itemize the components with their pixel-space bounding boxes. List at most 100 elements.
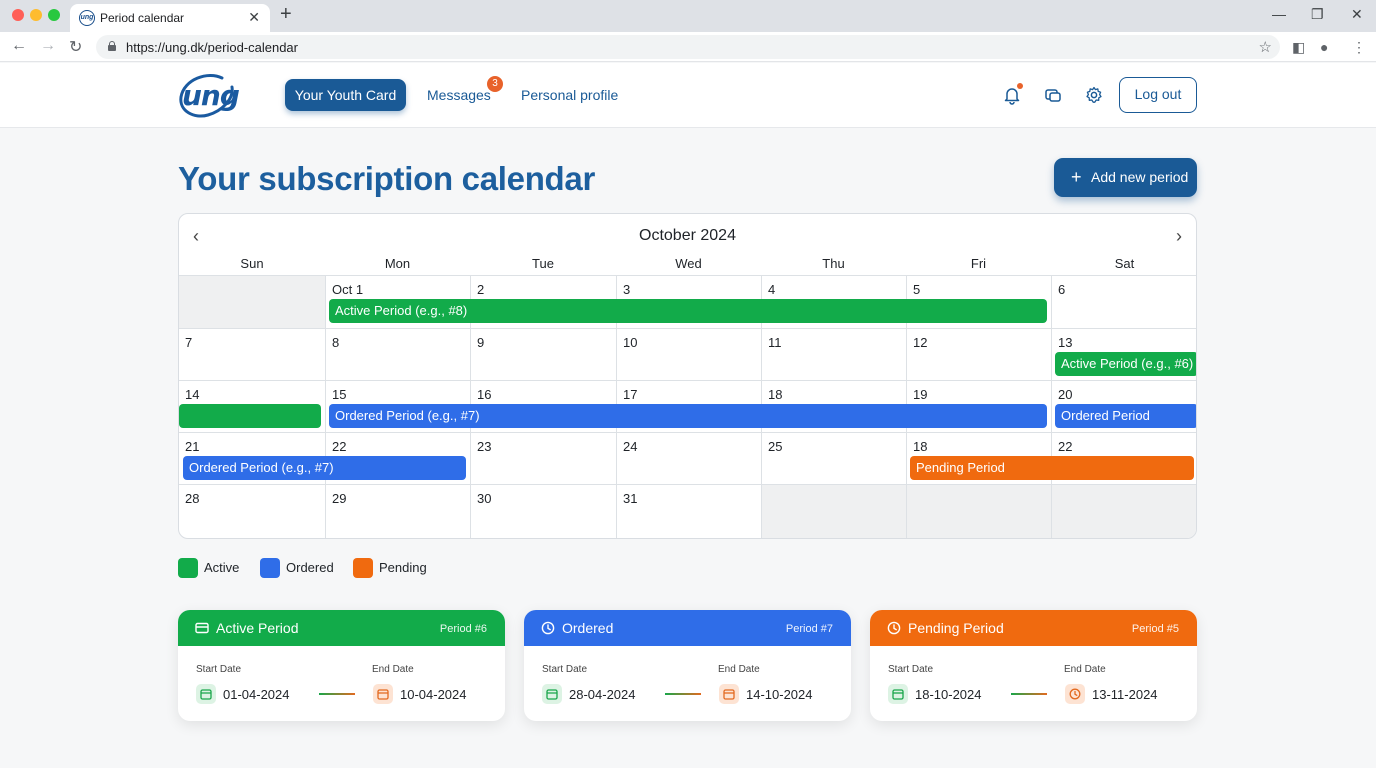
close-window-icon[interactable]: ✕ <box>1351 6 1363 23</box>
calendar-day-cell[interactable]: 24 <box>616 432 761 484</box>
new-tab-icon[interactable]: + <box>280 3 292 26</box>
period-bar-pending[interactable]: Pending Period <box>910 456 1194 480</box>
date-range-connector <box>1011 693 1047 695</box>
profile-icon[interactable]: ● <box>1320 39 1328 55</box>
plus-icon: + <box>1071 167 1082 187</box>
calendar-day-cell[interactable]: 6 <box>1051 275 1196 328</box>
period-card-title: Active Period <box>216 620 299 636</box>
period-bar-active[interactable]: Active Period (e.g., #6) <box>1055 352 1196 376</box>
calendar-day-cell[interactable]: 9 <box>470 328 616 380</box>
period-bar-ordered[interactable]: Ordered Period <box>1055 404 1196 428</box>
period-card-title: Pending Period <box>908 620 1004 636</box>
start-date-label: Start Date <box>542 664 588 675</box>
window-minimize-dot[interactable] <box>30 9 42 21</box>
period-card-3[interactable]: Pending Period Period #5 Start Date End Dat… <box>870 610 1197 721</box>
calendar-icon <box>373 684 393 704</box>
bookmark-star-icon[interactable]: ☆ <box>1259 38 1272 56</box>
nav-personal-profile[interactable]: Personal profile <box>521 87 618 103</box>
calendar-empty-cell <box>1051 484 1196 538</box>
calendar-day-cell[interactable]: 25 <box>761 432 906 484</box>
chat-icon[interactable] <box>1043 85 1063 105</box>
next-month-icon[interactable]: › <box>1176 226 1182 247</box>
start-date-value: 18-10-2024 <box>915 687 982 702</box>
calendar-icon <box>888 684 908 704</box>
period-bar-active[interactable]: Active Period (e.g., #8) <box>329 299 1047 323</box>
browser-menu-icon[interactable]: ⋮ <box>1352 39 1366 56</box>
period-bar-ordered[interactable]: Ordered Period (e.g., #7) <box>329 404 1047 428</box>
day-number: 7 <box>185 335 193 350</box>
legend-swatch <box>260 558 280 578</box>
day-number: 19 <box>913 387 928 402</box>
end-date-label: End Date <box>1064 664 1106 675</box>
weekday-sat: Sat <box>1114 256 1135 271</box>
calendar-day-cell[interactable]: 29 <box>325 484 470 538</box>
weekday-thu: Thu <box>822 256 845 271</box>
calendar-day-cell[interactable]: 10 <box>616 328 761 380</box>
site-favicon-icon: ung <box>79 10 95 26</box>
period-card-header: Ordered Period #7 <box>524 610 851 646</box>
clock-icon <box>887 621 901 640</box>
period-bar-active[interactable] <box>179 404 321 428</box>
period-card-2[interactable]: Ordered Period #7 Start Date End Date 28-04-… <box>524 610 851 721</box>
back-icon[interactable]: ← <box>11 37 27 55</box>
calendar-icon <box>719 684 739 704</box>
end-date-label: End Date <box>718 664 760 675</box>
day-number: 3 <box>623 282 631 297</box>
end-date-label: End Date <box>372 664 414 675</box>
window-zoom-dot[interactable] <box>48 9 60 21</box>
day-number: 12 <box>913 335 928 350</box>
period-card-title: Ordered <box>562 620 614 636</box>
browser-toolbar: ← → ↻ https://ung.dk/period-calendar ☆ ◧… <box>0 32 1376 62</box>
day-number: 4 <box>768 282 776 297</box>
forward-icon[interactable]: → <box>40 37 56 55</box>
start-date-label: Start Date <box>888 664 934 675</box>
calendar-icon <box>196 684 216 704</box>
legend-label: Pending <box>379 560 427 575</box>
day-number: 20 <box>1058 387 1073 402</box>
tab-close-icon[interactable]: ✕ <box>248 9 260 26</box>
calendar-day-cell[interactable]: 12 <box>906 328 1051 380</box>
browser-tab[interactable]: ung Period calendar ✕ <box>70 4 270 32</box>
day-number: 8 <box>332 335 340 350</box>
subscription-calendar: ‹ October 2024 › Sun Mon Tue Wed Thu Fri Sat O… <box>178 213 1197 539</box>
calendar-day-cell[interactable]: 7 <box>179 328 325 380</box>
nav-messages[interactable]: Messages <box>427 87 491 103</box>
weekday-wed: Wed <box>675 256 702 271</box>
period-card-id: Period #7 <box>785 623 833 635</box>
date-range-connector <box>319 693 355 695</box>
address-bar[interactable]: https://ung.dk/period-calendar ☆ <box>96 35 1280 59</box>
period-bar-ordered[interactable]: Ordered Period (e.g., #7) <box>183 456 466 480</box>
messages-count-badge: 3 <box>487 76 503 92</box>
calendar-day-cell[interactable]: 28 <box>179 484 325 538</box>
calendar-day-cell[interactable]: 8 <box>325 328 470 380</box>
day-number: 14 <box>185 387 200 402</box>
day-number: 22 <box>332 439 347 454</box>
day-number: 9 <box>477 335 485 350</box>
day-number: 11 <box>768 335 782 350</box>
start-date-value: 28-04-2024 <box>569 687 636 702</box>
calendar-day-cell[interactable]: 31 <box>616 484 761 538</box>
calendar-day-cell[interactable]: 11 <box>761 328 906 380</box>
reload-icon[interactable]: ↻ <box>69 37 82 57</box>
day-number: 31 <box>623 491 638 506</box>
calendar-day-cell[interactable]: 30 <box>470 484 616 538</box>
window-close-dot[interactable] <box>12 9 24 21</box>
calendar-day-cell[interactable]: 23 <box>470 432 616 484</box>
start-date-value: 01-04-2024 <box>223 687 290 702</box>
add-new-period-label: Add new period <box>1091 169 1189 185</box>
start-date-label: Start Date <box>196 664 242 675</box>
side-panel-icon[interactable]: ◧ <box>1292 39 1305 56</box>
calendar-icon <box>542 684 562 704</box>
logout-button[interactable]: Log out <box>1119 77 1197 113</box>
period-card-1[interactable]: Active Period Period #6 Start Date End Date… <box>178 610 505 721</box>
add-new-period-button[interactable]: + Add new period <box>1054 158 1197 197</box>
period-card-header: Active Period Period #6 <box>178 610 505 646</box>
nav-your-youth-card[interactable]: Your Youth Card <box>285 79 406 111</box>
day-number: 10 <box>623 335 638 350</box>
gear-icon[interactable] <box>1084 85 1104 105</box>
day-number: 28 <box>185 491 200 506</box>
restore-icon[interactable]: ❐ <box>1311 6 1324 23</box>
ung-logo[interactable]: ung <box>178 73 240 119</box>
weekday-mon: Mon <box>384 256 411 271</box>
minimize-icon[interactable]: — <box>1272 6 1286 22</box>
